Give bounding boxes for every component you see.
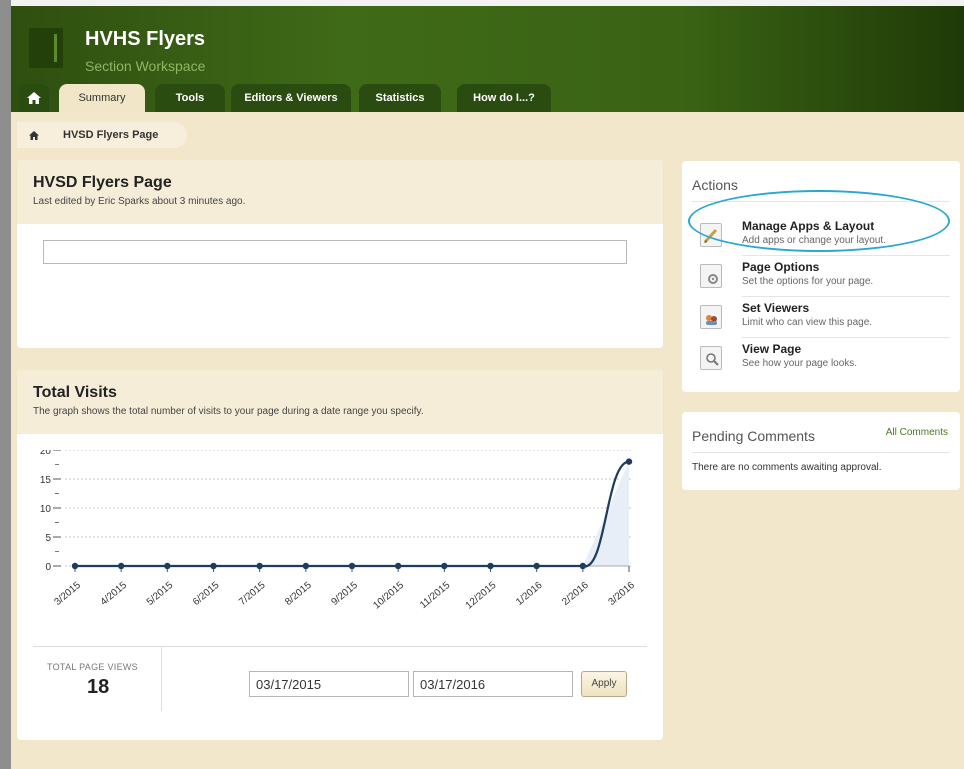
data-point <box>210 562 217 570</box>
page-panel-header: HVSD Flyers Page Last edited by Eric Spa… <box>17 160 663 224</box>
home-icon <box>27 92 41 104</box>
x-tick-label: 11/2015 <box>418 580 453 611</box>
actions-title: Actions <box>692 177 738 193</box>
action-title[interactable]: Set Viewers <box>742 301 809 315</box>
data-point <box>256 562 263 570</box>
x-tick-label: 2/2016 <box>560 580 591 608</box>
action-desc: Limit who can view this page. <box>742 317 873 328</box>
x-tick-label: 8/2015 <box>283 580 314 608</box>
comments-panel: Pending Comments All Comments There are … <box>682 412 960 490</box>
stat-divider <box>161 647 162 711</box>
data-point <box>348 562 356 570</box>
visits-title: Total Visits <box>33 384 117 401</box>
action-divider <box>742 337 950 338</box>
data-point <box>117 562 125 570</box>
data-point <box>164 562 171 570</box>
logo-icon <box>29 28 63 68</box>
x-tick-label: 7/2015 <box>237 580 268 608</box>
series-area <box>75 461 629 566</box>
comments-title: Pending Comments <box>692 428 815 444</box>
x-tick-label: 9/2015 <box>329 580 360 608</box>
apply-button[interactable]: Apply <box>581 671 627 697</box>
action-view-page[interactable]: View Page See how your page looks. <box>700 342 940 378</box>
all-comments-link[interactable]: All Comments <box>886 427 948 438</box>
y-tick-label: 10 <box>40 504 52 515</box>
data-point <box>533 562 540 570</box>
x-tick-label: 4/2015 <box>99 580 130 608</box>
x-tick-label: 6/2015 <box>191 580 222 608</box>
tab-summary[interactable]: Summary <box>59 84 145 112</box>
tab-editors-viewers[interactable]: Editors & Viewers <box>231 84 351 112</box>
page-users-icon <box>700 305 722 329</box>
page-panel-edited: Last edited by Eric Sparks about 3 minut… <box>33 196 246 207</box>
visits-description: The graph shows the total number of visi… <box>33 406 424 417</box>
action-page-options[interactable]: Page Options Set the options for your pa… <box>700 260 940 296</box>
data-point <box>579 562 587 570</box>
breadcrumb[interactable]: HVSD Flyers Page <box>17 122 187 148</box>
tab-statistics[interactable]: Statistics <box>359 84 441 112</box>
action-desc: Set the options for your page. <box>742 276 874 287</box>
comments-empty: There are no comments awaiting approval. <box>692 462 882 473</box>
x-tick-label: 12/2015 <box>464 580 499 612</box>
y-tick-label: 5 <box>45 533 51 544</box>
page-panel-title: HVSD Flyers Page <box>33 174 172 191</box>
tab-how-do-i[interactable]: How do I...? <box>457 84 551 112</box>
app-window: HVHS Flyers Section Workspace Summary To… <box>0 0 964 769</box>
page-gear-icon <box>700 264 722 288</box>
action-desc: See how your page looks. <box>742 358 858 369</box>
action-set-viewers[interactable]: Set Viewers Limit who can view this page… <box>700 301 940 337</box>
x-tick-label: 3/2016 <box>606 580 637 608</box>
action-divider <box>742 296 950 297</box>
x-tick-label: 3/2015 <box>52 580 83 608</box>
x-tick-label: 1/2016 <box>514 580 545 608</box>
visits-panel-header: Total Visits The graph shows the total n… <box>17 370 663 434</box>
x-tick-label: 5/2015 <box>145 580 176 608</box>
home-tab[interactable] <box>19 84 49 112</box>
y-tick-label: 20 <box>40 450 52 457</box>
action-divider <box>742 255 950 256</box>
start-date-input[interactable]: 03/17/2015 <box>249 671 409 697</box>
page-panel: HVSD Flyers Page Last edited by Eric Spa… <box>17 160 663 348</box>
left-border <box>0 0 11 769</box>
end-date-input[interactable]: 03/17/2016 <box>413 671 573 697</box>
page-magnifier-icon <box>700 346 722 370</box>
data-point <box>625 458 633 465</box>
site-title: HVHS Flyers <box>85 28 206 50</box>
tab-tools[interactable]: Tools <box>155 84 225 112</box>
page-content-box[interactable] <box>43 240 627 264</box>
x-tick-label: 10/2015 <box>371 580 406 612</box>
visits-chart: 20 15 10 5 03/2015 4/2015 5/2015 6/2015 7/2015 8/… <box>40 450 637 612</box>
visits-panel: Total Visits The graph shows the total n… <box>17 370 663 740</box>
data-point <box>441 562 448 570</box>
highlight-ellipse <box>688 190 950 252</box>
data-point <box>71 562 79 570</box>
y-tick-label: 15 <box>40 475 52 486</box>
total-views-label: TOTAL PAGE VIEWS <box>47 662 138 672</box>
data-point <box>487 562 494 570</box>
comments-divider <box>692 452 950 453</box>
breadcrumb-label[interactable]: HVSD Flyers Page <box>63 122 158 148</box>
data-point <box>302 562 310 570</box>
breadcrumb-home-icon[interactable] <box>27 122 41 158</box>
action-title[interactable]: View Page <box>742 342 801 356</box>
y-tick-label: 0 <box>45 562 51 573</box>
total-views-value: 18 <box>87 676 110 698</box>
action-title[interactable]: Page Options <box>742 260 819 274</box>
series-line <box>75 460 630 568</box>
chart-divider <box>33 646 647 647</box>
site-subtitle: Section Workspace <box>85 58 206 74</box>
data-point <box>394 562 402 570</box>
